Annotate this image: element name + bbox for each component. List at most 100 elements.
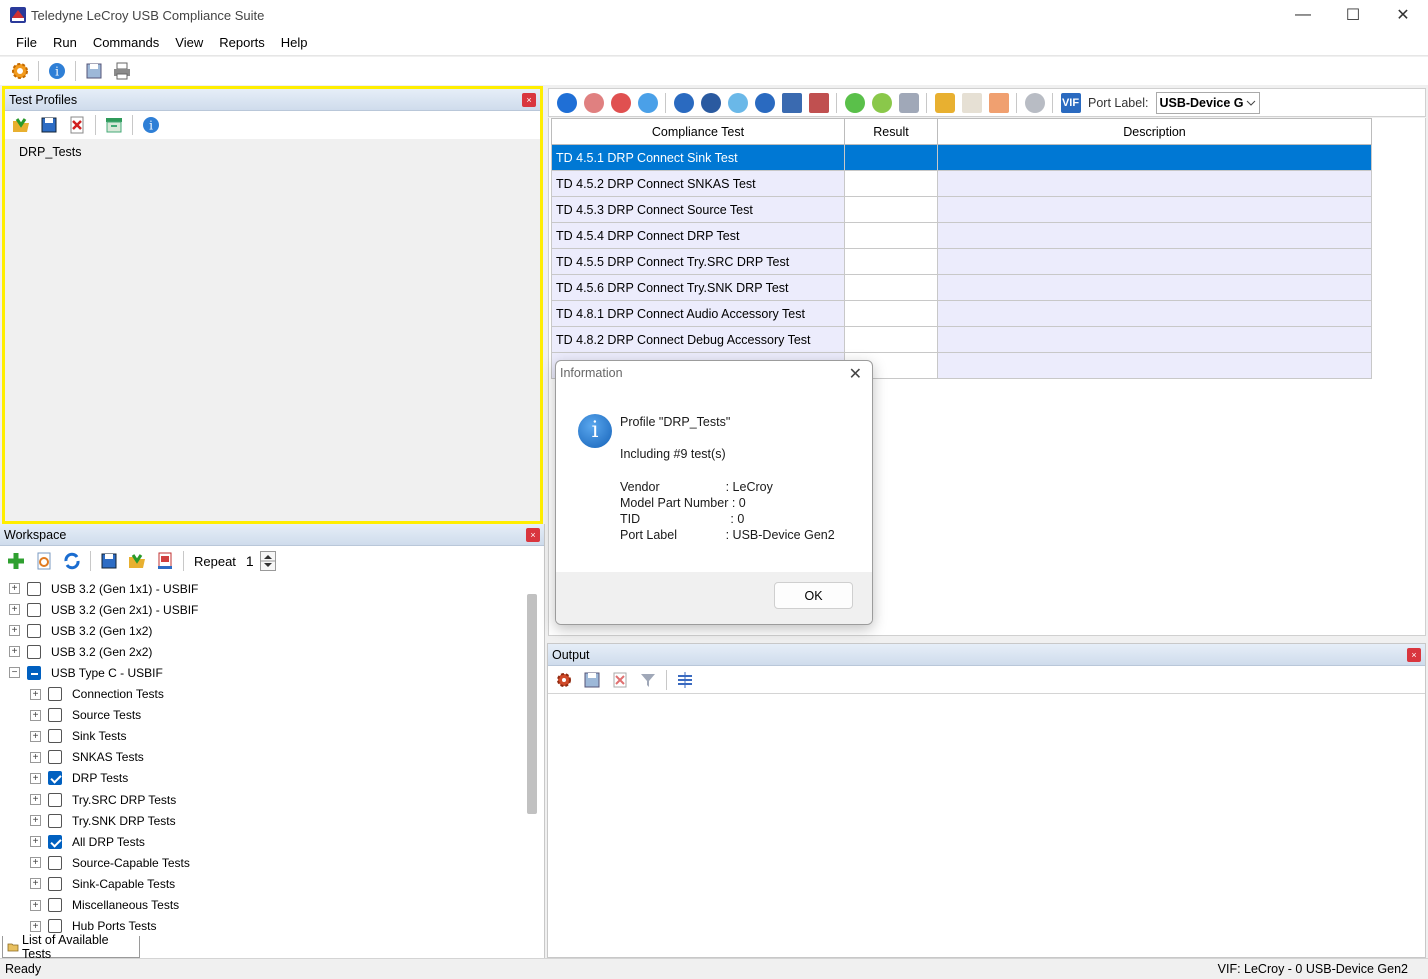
maximize-button[interactable]: ☐ (1328, 0, 1378, 30)
table-row[interactable]: TD 4.5.3 DRP Connect Source Test (551, 196, 1372, 223)
tree-checkbox[interactable] (48, 792, 62, 807)
reload-file-icon[interactable] (33, 550, 55, 572)
save-profile-icon[interactable] (38, 114, 60, 136)
expand-icon[interactable]: + (9, 646, 20, 658)
tree-checkbox[interactable] (48, 813, 62, 828)
tree-checkbox[interactable] (48, 771, 62, 786)
collapse-icon[interactable]: − (9, 667, 20, 679)
expand-icon[interactable]: + (30, 857, 41, 869)
export-xml-icon[interactable] (988, 92, 1009, 113)
tree-item[interactable]: + Try.SRC DRP Tests (30, 789, 176, 810)
tree-item[interactable]: + Source-Capable Tests (30, 852, 190, 873)
menu-file[interactable]: File (8, 35, 45, 50)
refresh-icon[interactable] (61, 550, 83, 572)
dialog-close-button[interactable]: ✕ (849, 364, 862, 384)
close-workspace-button[interactable]: × (526, 528, 540, 542)
reset-icon[interactable] (727, 92, 748, 113)
tree-item[interactable]: + SNKAS Tests (30, 747, 144, 768)
output-clear-icon[interactable] (609, 669, 631, 691)
column-header-description[interactable]: Description (937, 118, 1372, 145)
expand-icon[interactable]: + (30, 899, 41, 911)
expand-icon[interactable]: + (30, 815, 41, 827)
menu-commands[interactable]: Commands (85, 35, 167, 50)
ok-button[interactable]: OK (774, 582, 853, 609)
output-filter-icon[interactable] (637, 669, 659, 691)
table-row[interactable]: TD 4.8.2 DRP Connect Debug Accessory Tes… (551, 326, 1372, 353)
add-icon[interactable] (5, 550, 27, 572)
rerun-icon[interactable] (673, 92, 694, 113)
print-icon[interactable] (111, 60, 133, 82)
close-profiles-button[interactable]: × (522, 93, 536, 107)
vif-icon[interactable]: VIF (1060, 92, 1081, 113)
run-icon[interactable] (556, 92, 577, 113)
expand-icon[interactable]: + (30, 751, 41, 763)
tree-checkbox[interactable] (48, 898, 62, 912)
tree-item[interactable]: + Source Tests (30, 705, 141, 726)
table-config-icon[interactable] (781, 92, 802, 113)
device-icon[interactable] (1024, 92, 1045, 113)
tree-checkbox[interactable] (48, 834, 62, 849)
minimize-button[interactable]: — (1278, 0, 1328, 30)
close-output-button[interactable]: × (1407, 648, 1421, 662)
tree-checkbox[interactable] (27, 644, 41, 659)
open-profile-icon[interactable] (10, 114, 32, 136)
output-wrap-icon[interactable] (674, 669, 696, 691)
tree-checkbox[interactable] (48, 919, 62, 934)
document-icon[interactable] (961, 92, 982, 113)
clear-results-icon[interactable] (754, 92, 775, 113)
tree-item[interactable]: + USB 3.2 (Gen 2x1) - USBIF (9, 599, 198, 620)
tree-checkbox[interactable] (48, 750, 62, 765)
tree-item[interactable]: + Miscellaneous Tests (30, 895, 179, 916)
menu-view[interactable]: View (167, 35, 211, 50)
stop-icon[interactable] (583, 92, 604, 113)
record-icon[interactable] (610, 92, 631, 113)
port-label-select[interactable]: USB-Device Gen2 (1156, 91, 1261, 114)
delete-profile-icon[interactable] (66, 114, 88, 136)
help-info-icon[interactable]: i (46, 60, 68, 82)
close-window-button[interactable]: ✕ (1378, 0, 1428, 30)
archive-profile-icon[interactable] (103, 114, 125, 136)
expand-icon[interactable]: + (30, 794, 41, 805)
settings-gear-icon[interactable] (9, 60, 31, 82)
table-row[interactable]: TD 4.5.6 DRP Connect Try.SNK DRP Test (551, 274, 1372, 301)
tree-checkbox[interactable] (27, 623, 41, 638)
output-settings-icon[interactable] (553, 669, 575, 691)
profile-item-drp-tests[interactable]: DRP_Tests (19, 145, 82, 159)
output-save-icon[interactable] (581, 669, 603, 691)
expand-icon[interactable]: + (9, 625, 20, 637)
filter-icon[interactable] (898, 92, 919, 113)
table-row[interactable]: TD 4.5.1 DRP Connect Sink Test (551, 144, 1372, 171)
table-row[interactable]: TD 4.5.4 DRP Connect DRP Test (551, 222, 1372, 249)
tree-checkbox[interactable] (27, 581, 41, 596)
tree-item[interactable]: + Connection Tests (30, 684, 164, 705)
workspace-scrollbar[interactable] (527, 594, 537, 814)
menu-reports[interactable]: Reports (211, 35, 273, 50)
expand-icon[interactable]: + (30, 836, 41, 848)
expand-icon[interactable]: + (30, 730, 41, 742)
save-workspace-icon[interactable] (98, 550, 120, 572)
tree-checkbox[interactable] (48, 708, 62, 723)
report-icon[interactable] (154, 550, 176, 572)
tree-item[interactable]: + Sink-Capable Tests (30, 873, 175, 894)
tree-item[interactable]: + All DRP Tests (30, 831, 145, 852)
repeat-spinner[interactable] (259, 551, 276, 571)
tree-item[interactable]: + DRP Tests (30, 768, 128, 789)
menu-run[interactable]: Run (45, 35, 85, 50)
tree-item[interactable]: + USB 3.2 (Gen 2x2) (9, 641, 152, 662)
column-header-result[interactable]: Result (844, 118, 938, 145)
table-delete-icon[interactable] (808, 92, 829, 113)
table-row[interactable]: TD 4.5.5 DRP Connect Try.SRC DRP Test (551, 248, 1372, 275)
save-icon[interactable] (83, 60, 105, 82)
menu-help[interactable]: Help (273, 35, 316, 50)
tree-item[interactable]: + Try.SNK DRP Tests (30, 810, 176, 831)
expand-icon[interactable]: + (30, 878, 41, 890)
expand-icon[interactable]: + (30, 688, 41, 700)
tree-item[interactable]: + Sink Tests (30, 726, 126, 747)
open-folder-icon[interactable] (934, 92, 955, 113)
rerun-failed-icon[interactable] (700, 92, 721, 113)
tree-checkbox[interactable] (27, 665, 41, 680)
column-header-compliance-test[interactable]: Compliance Test (551, 118, 845, 145)
remove-test-icon[interactable] (871, 92, 892, 113)
expand-icon[interactable]: + (30, 772, 41, 784)
expand-icon[interactable]: + (9, 583, 20, 594)
